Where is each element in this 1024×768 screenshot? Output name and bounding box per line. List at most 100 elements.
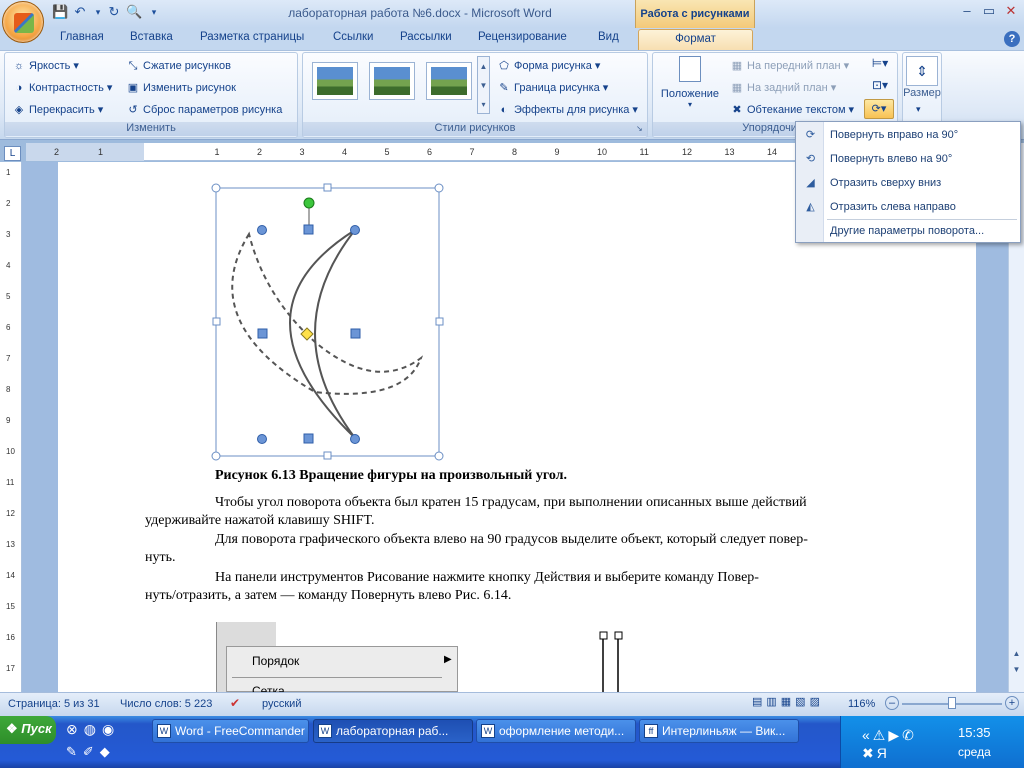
zoom-in-icon[interactable]: + — [1005, 696, 1019, 710]
figure-caption: Рисунок 6.13 Вращение фигуры на произвол… — [215, 468, 568, 483]
frame-handle-icon[interactable] — [211, 183, 221, 193]
firefox-icon: ff — [644, 724, 658, 738]
restore-icon[interactable]: ▭ — [978, 2, 1000, 22]
styles-gallery-scroll[interactable]: ▲ ▼ ▾ — [477, 56, 490, 114]
group-objects-icon[interactable]: ⊡▾ — [866, 78, 894, 96]
picture-shape-button[interactable]: ⬠ Форма рисунка ▾ — [497, 56, 600, 75]
brightness-button[interactable]: ☼ Яркость ▾ — [12, 56, 79, 75]
rotate-button[interactable]: ⟳▾ — [864, 99, 894, 119]
picture-border-button[interactable]: ✎ Граница рисунка ▾ — [497, 78, 608, 97]
dialog-launcher-icon[interactable]: ↘ — [636, 124, 643, 133]
style-thumb-3[interactable] — [426, 62, 472, 100]
adjust-handle-icon[interactable] — [300, 327, 314, 341]
style-thumb-1[interactable] — [312, 62, 358, 100]
frame-handle-icon[interactable] — [211, 451, 221, 461]
align-icon[interactable]: ⊨▾ — [866, 56, 894, 74]
qat-customize-icon[interactable]: ▾ — [146, 4, 162, 20]
minimize-icon[interactable]: – — [956, 2, 978, 22]
chevron-down-icon: ▾ — [106, 82, 113, 94]
tab-mailings[interactable]: Рассылки — [400, 31, 452, 49]
send-back-button[interactable]: ▦ На задний план ▾ — [730, 78, 836, 97]
close-icon[interactable]: ✕ — [1000, 2, 1022, 22]
word-count[interactable]: Число слов: 5 223 — [120, 698, 212, 710]
figure-614-menu-item-order: Порядок — [252, 654, 300, 668]
page-count[interactable]: Страница: 5 из 31 — [8, 698, 100, 710]
taskbar-button-lab-work[interactable]: Wлабораторная раб... — [313, 719, 473, 743]
app-icon: W — [157, 724, 171, 738]
menu-more-rotation[interactable]: Другие параметры поворота... — [797, 220, 1019, 242]
corner-handle-icon[interactable] — [350, 434, 360, 444]
tab-home[interactable]: Главная — [60, 31, 104, 49]
clock-time[interactable]: 15:35 — [958, 725, 991, 740]
view-buttons[interactable]: ▤▥▦▧▨ — [752, 695, 842, 713]
proofing-icon[interactable]: ✔ — [230, 696, 240, 710]
tray-icons[interactable]: «⚠▶✆ ✖Я — [862, 726, 942, 762]
help-icon[interactable]: ? — [1004, 31, 1020, 47]
group-styles-label: Стили рисунков — [303, 122, 647, 136]
tab-review[interactable]: Рецензирование — [478, 31, 567, 49]
compress-button[interactable]: ⤡ Сжатие рисунков — [126, 56, 231, 75]
undo-icon[interactable]: ↶ — [72, 4, 88, 20]
scroll-up-icon[interactable]: ▲ — [1010, 649, 1023, 663]
group-adjust-label: Изменить — [5, 122, 297, 136]
style-thumb-2[interactable] — [369, 62, 415, 100]
resize-handle-icon[interactable] — [303, 433, 314, 444]
contrast-button[interactable]: ◑ Контрастность ▾ — [12, 78, 113, 97]
ruler-number: 5 — [384, 147, 390, 157]
taskbar-label: лабораторная раб... — [336, 724, 449, 738]
taskbar-button-freecommander[interactable]: W Word - FreeCommander — [152, 719, 309, 743]
tab-references[interactable]: Ссылки — [333, 31, 374, 49]
taskbar-label: оформление методи... — [499, 724, 625, 738]
frame-handle-icon[interactable] — [434, 451, 444, 461]
print-preview-icon[interactable]: 🔍 — [126, 4, 142, 20]
position-label: Положение — [660, 88, 720, 100]
size-icon[interactable]: ⇕ — [906, 56, 938, 86]
ruler-number: 15 — [6, 602, 15, 611]
taskbar-button-methods[interactable]: Wоформление методи... — [476, 719, 636, 743]
office-button[interactable] — [2, 1, 44, 43]
start-button[interactable]: ❖ Пуск — [0, 716, 56, 744]
bring-front-button[interactable]: ▦ На передний план ▾ — [730, 56, 849, 75]
menu-flip-horizontal[interactable]: ◭ Отразить слева направо — [797, 196, 1019, 218]
menu-separator — [232, 677, 442, 678]
quick-launch-row2[interactable]: ✎✐◆ — [66, 744, 146, 764]
contrast-label: Контрастность — [29, 81, 104, 94]
tab-page-layout[interactable]: Разметка страницы — [200, 31, 304, 49]
change-picture-button[interactable]: ▣ Изменить рисунок — [126, 78, 236, 97]
rotation-figure[interactable] — [205, 162, 465, 468]
rotation-handle-icon[interactable] — [303, 197, 315, 209]
corner-handle-icon[interactable] — [257, 225, 267, 235]
frame-handle-icon[interactable] — [434, 183, 444, 193]
menu-flip-vertical[interactable]: ◢ Отразить сверху вниз — [797, 172, 1019, 194]
undo-dropdown-icon[interactable]: ▾ — [90, 4, 106, 20]
ruler-number: 14 — [767, 147, 778, 157]
resize-handle-icon[interactable] — [303, 224, 314, 235]
rotate-right-label: Повернуть вправо на 90° — [830, 129, 959, 141]
tab-selector[interactable]: L — [4, 146, 21, 161]
menu-rotate-right[interactable]: ⟳ Повернуть вправо на 90° — [797, 124, 1019, 146]
tab-view[interactable]: Вид — [598, 31, 619, 49]
text-wrap-button[interactable]: ✖ Обтекание текстом ▾ — [730, 100, 854, 119]
tab-insert[interactable]: Вставка — [130, 31, 173, 49]
language-indicator[interactable]: русский — [262, 698, 301, 710]
chevron-down-icon: ▾ — [97, 104, 104, 116]
picture-effects-button[interactable]: ◐ Эффекты для рисунка ▾ — [497, 100, 638, 119]
recolor-button[interactable]: ◈ Перекрасить ▾ — [12, 100, 104, 119]
resize-handle-icon[interactable] — [257, 328, 268, 339]
save-icon[interactable]: 💾 — [52, 4, 68, 20]
ruler-number: 3 — [6, 230, 11, 239]
taskbar-button-firefox[interactable]: ff Интерлиньяж — Вик... — [639, 719, 799, 743]
resize-handle-icon[interactable] — [350, 328, 361, 339]
quick-launch[interactable]: ⊗◍◉ — [66, 721, 146, 741]
reset-picture-button[interactable]: ↺ Сброс параметров рисунка — [126, 100, 282, 119]
corner-handle-icon[interactable] — [350, 225, 360, 235]
tab-format[interactable]: Формат — [638, 29, 753, 51]
ruler-number: 7 — [469, 147, 475, 157]
zoom-level[interactable]: 116% — [848, 698, 875, 710]
position-button[interactable]: Положение ▾ — [656, 54, 724, 118]
redo-icon[interactable]: ↻ — [106, 4, 122, 20]
corner-handle-icon[interactable] — [257, 434, 267, 444]
zoom-slider-thumb[interactable] — [948, 697, 956, 709]
zoom-out-icon[interactable]: – — [885, 696, 899, 710]
scroll-down-icon[interactable]: ▼ — [1010, 665, 1023, 679]
